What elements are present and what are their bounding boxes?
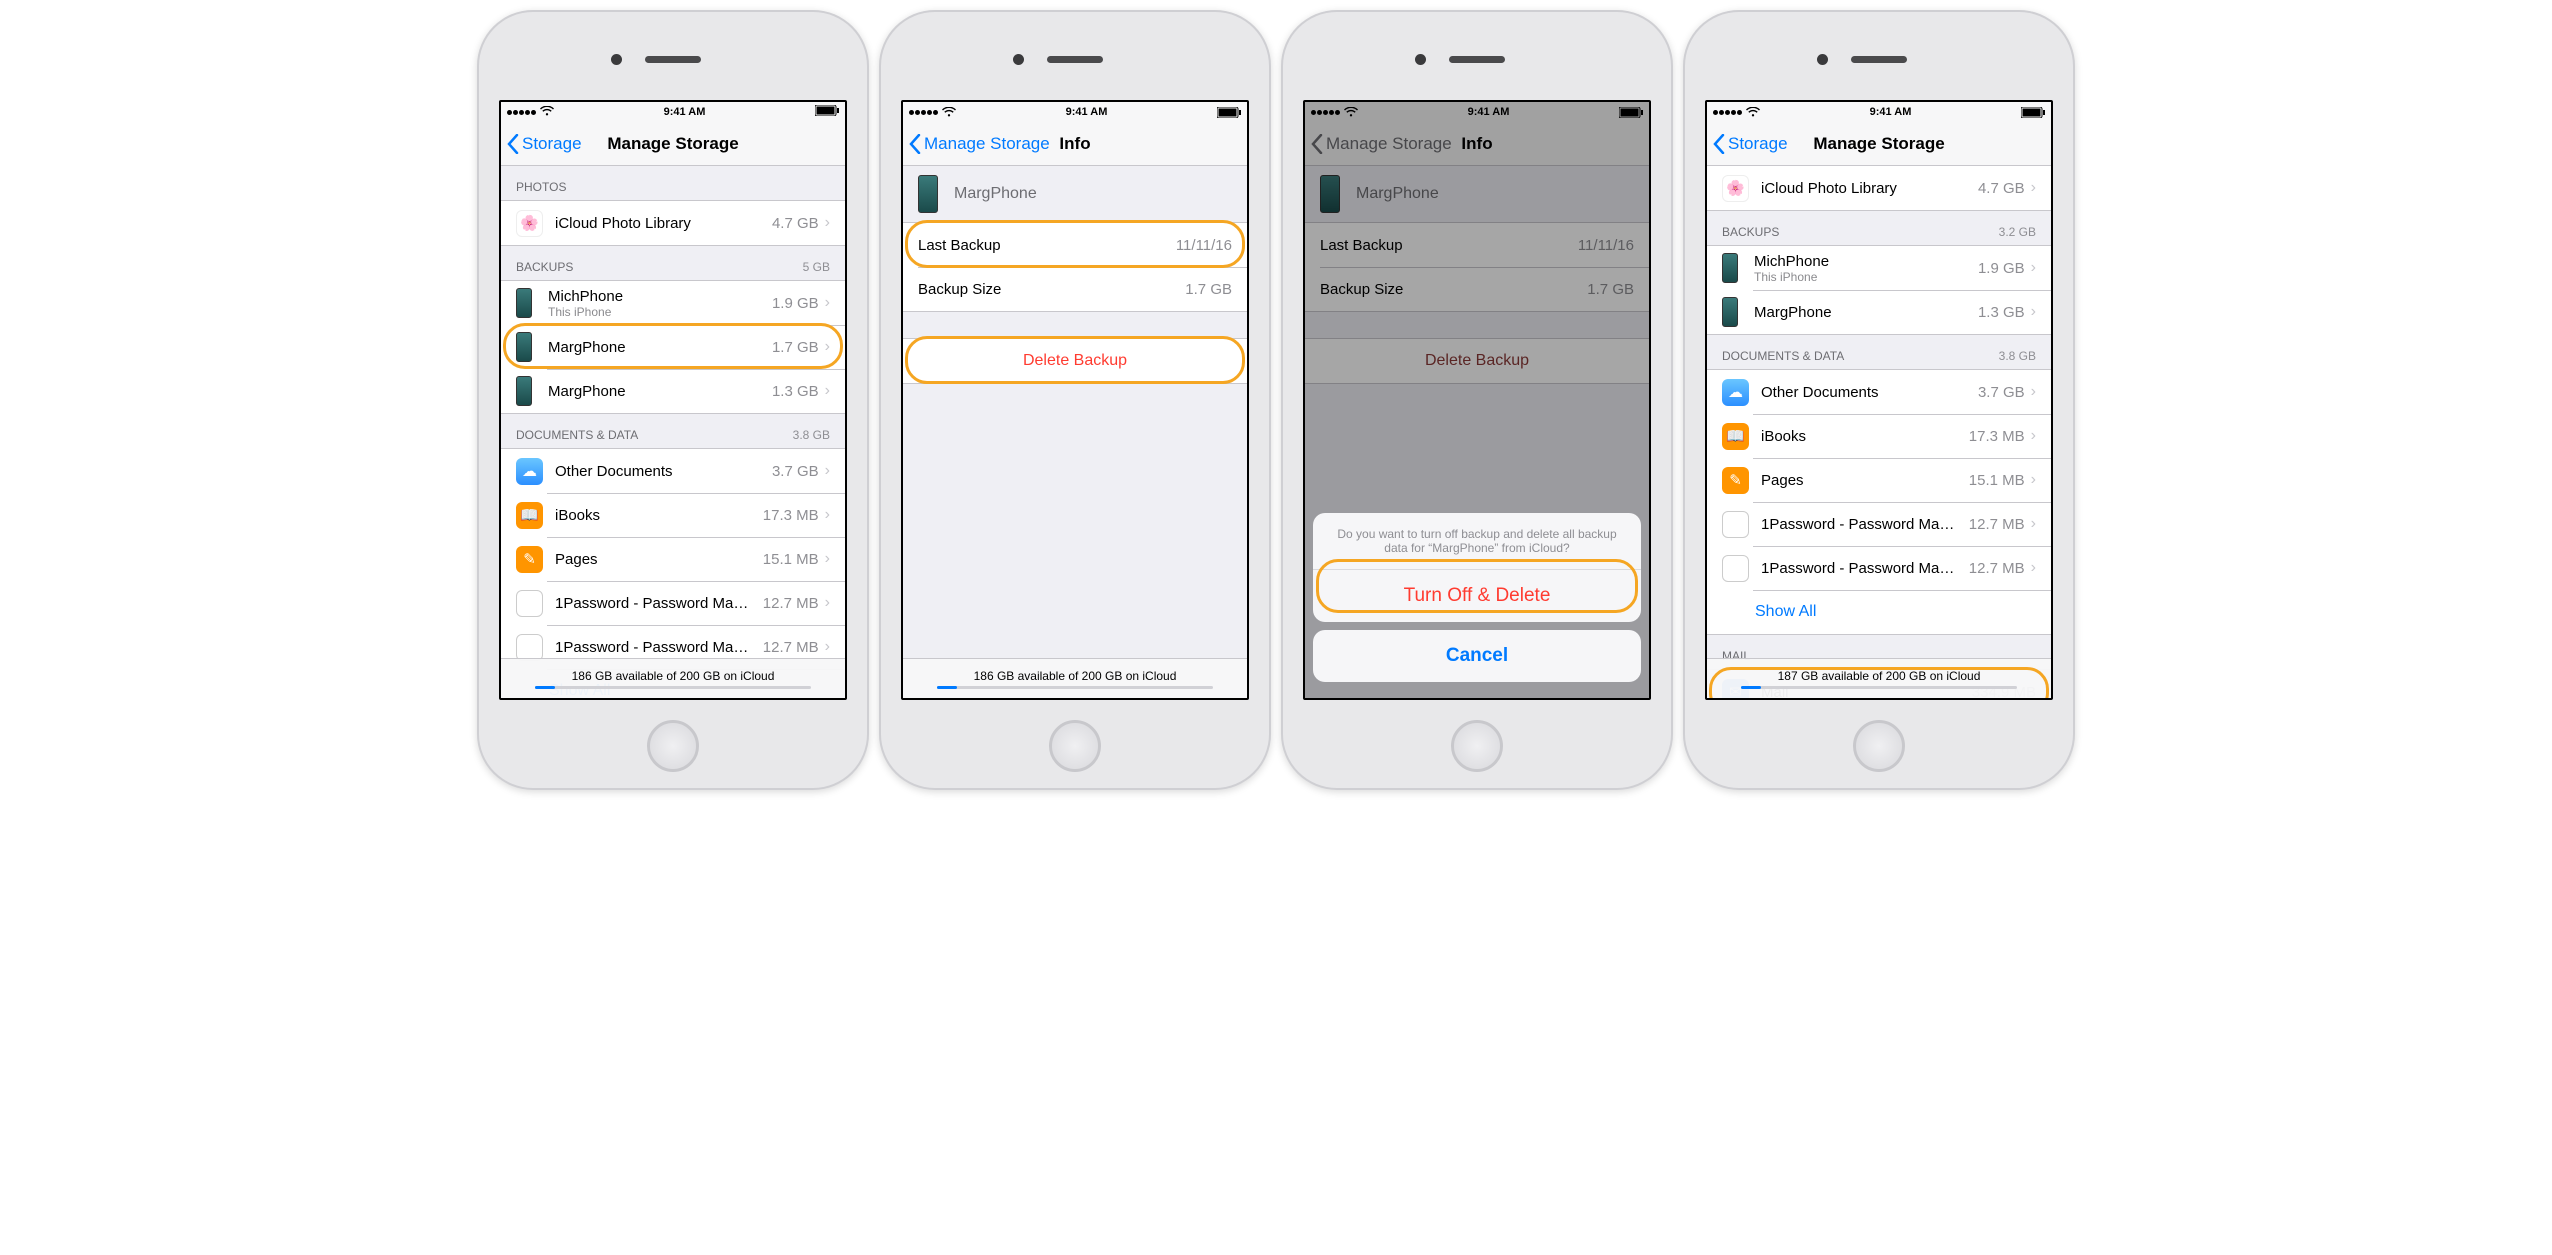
nav-title: Manage Storage [1813,134,1944,154]
nav-bar: Manage Storage Info [903,122,1247,166]
action-sheet: Do you want to turn off backup and delet… [1313,513,1641,690]
row-ibooks[interactable]: 📖iBooks17.3 MB› [1707,414,2051,458]
device-header: MargPhone [903,166,1247,222]
row-1password-1[interactable]: ◉1Password - Password Manager an...12.7 … [1707,502,2051,546]
turn-off-delete-button[interactable]: Turn Off & Delete [1313,570,1641,622]
row-backup-margphone-1[interactable]: MargPhone 1.7 GB › [501,325,845,369]
action-sheet-message: Do you want to turn off backup and delet… [1313,513,1641,570]
section-header-photos: PHOTOS [501,166,845,200]
phone-2: 9:41 AM Manage Storage Info MargPhone La… [879,10,1271,790]
signal-icon [507,106,537,118]
nav-title: Info [1059,134,1090,154]
chevron-right-icon: › [825,382,830,400]
nav-title: Manage Storage [607,134,738,154]
device-icon [918,175,938,213]
battery-icon [815,105,839,119]
phone-1: 9:41 AM Storage Manage Storage PHOTOS 🌸 … [477,10,869,790]
phone-4: 9:41 AM Storage Manage Storage 🌸 iCloud … [1683,10,2075,790]
chevron-right-icon: › [825,338,830,356]
row-1password-1[interactable]: ◉1Password - Password Manager an...12.7 … [501,581,845,625]
row-pages[interactable]: ✎Pages15.1 MB› [1707,458,2051,502]
row-icloud-photo-library[interactable]: 🌸 iCloud Photo Library4.7 GB › [1707,166,2051,210]
status-bar: 9:41 AM [501,102,845,122]
row-last-backup: Last Backup11/11/16 [903,223,1247,267]
row-backup-michphone[interactable]: MichPhoneThis iPhone 1.9 GB › [501,281,845,325]
home-button[interactable] [1049,720,1101,772]
1password-icon: ◉ [516,590,543,617]
storage-footer: 186 GB available of 200 GB on iCloud [501,658,845,698]
storage-footer: 187 GB available of 200 GB on iCloud [1707,658,2051,698]
row-icloud-photo-library[interactable]: 🌸 iCloud Photo Library 4.7 GB › [501,201,845,245]
back-button[interactable]: Storage [507,134,582,154]
device-icon [516,332,532,362]
pages-icon: ✎ [516,546,543,573]
cloud-icon: ☁ [516,458,543,485]
phone-3: 9:41 AM Manage Storage Info MargPhone La… [1281,10,1673,790]
show-all-button[interactable]: Show All [1707,590,2051,634]
home-button[interactable] [647,720,699,772]
row-1password-2[interactable]: ◉1Password - Password Manager an...12.7 … [1707,546,2051,590]
photos-icon: 🌸 [516,210,543,237]
chevron-right-icon: › [825,294,830,312]
storage-footer: 186 GB available of 200 GB on iCloud [903,658,1247,698]
section-header-documents: DOCUMENTS & DATA3.8 GB [501,414,845,448]
cancel-button[interactable]: Cancel [1313,630,1641,682]
device-icon [516,376,532,406]
ibooks-icon: 📖 [516,502,543,529]
1password-icon: ◉ [516,634,543,661]
wifi-icon [540,106,554,119]
back-button[interactable]: Storage [1713,134,1788,154]
delete-backup-button[interactable]: Delete Backup [903,339,1247,383]
row-ibooks[interactable]: 📖iBooks17.3 MB› [501,493,845,537]
row-backup-margphone-2[interactable]: MargPhone 1.3 GB › [501,369,845,413]
chevron-right-icon: › [825,214,830,232]
photos-icon: 🌸 [1722,175,1749,202]
status-bar: 9:41 AM [903,102,1247,122]
row-pages[interactable]: ✎Pages15.1 MB› [501,537,845,581]
row-other-documents[interactable]: ☁Other Documents3.7 GB› [501,449,845,493]
home-button[interactable] [1853,720,1905,772]
section-header-backups: BACKUPS5 GB [501,246,845,280]
row-other-documents[interactable]: ☁Other Documents3.7 GB› [1707,370,2051,414]
status-time: 9:41 AM [664,106,706,118]
row-backup-michphone[interactable]: MichPhoneThis iPhone 1.9 GB› [1707,246,2051,290]
nav-bar: Storage Manage Storage [501,122,845,166]
row-backup-margphone[interactable]: MargPhone1.3 GB› [1707,290,2051,334]
row-backup-size: Backup Size1.7 GB [903,267,1247,311]
back-button[interactable]: Manage Storage [909,134,1050,154]
home-button[interactable] [1451,720,1503,772]
device-icon [516,288,532,318]
